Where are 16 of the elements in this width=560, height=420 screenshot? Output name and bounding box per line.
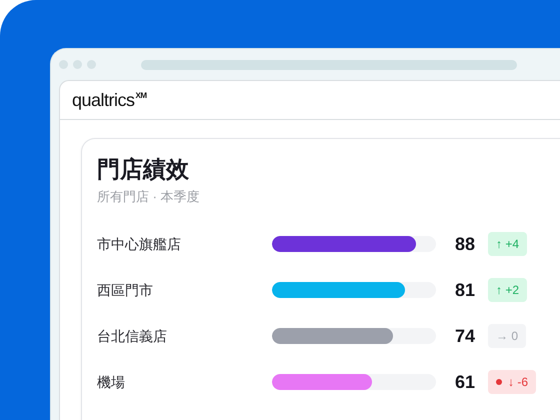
trend-badge: → 0 bbox=[488, 324, 526, 348]
logo: qualtrics$^{XM}$ bbox=[72, 88, 147, 112]
score-value: 61 bbox=[454, 370, 476, 394]
store-name: 台北信義店 bbox=[97, 326, 168, 346]
store-name: 西區門市 bbox=[97, 280, 154, 300]
store-name: 機場 bbox=[97, 372, 126, 392]
address-bar[interactable] bbox=[141, 60, 517, 70]
card-subtitle: 所有門店 · 本季度 bbox=[97, 188, 201, 206]
trend-badge: ↑ +2 bbox=[488, 278, 528, 302]
store-name: 市中心旗艦店 bbox=[97, 234, 182, 254]
score-value: 81 bbox=[454, 278, 476, 302]
score-value: 88 bbox=[454, 232, 476, 256]
trend-badge: ↓ -6 bbox=[488, 370, 536, 394]
score-value: 74 bbox=[454, 324, 476, 348]
trend-badge: ↑ +4 bbox=[488, 232, 528, 256]
card-title: 門店績效 bbox=[97, 155, 190, 184]
